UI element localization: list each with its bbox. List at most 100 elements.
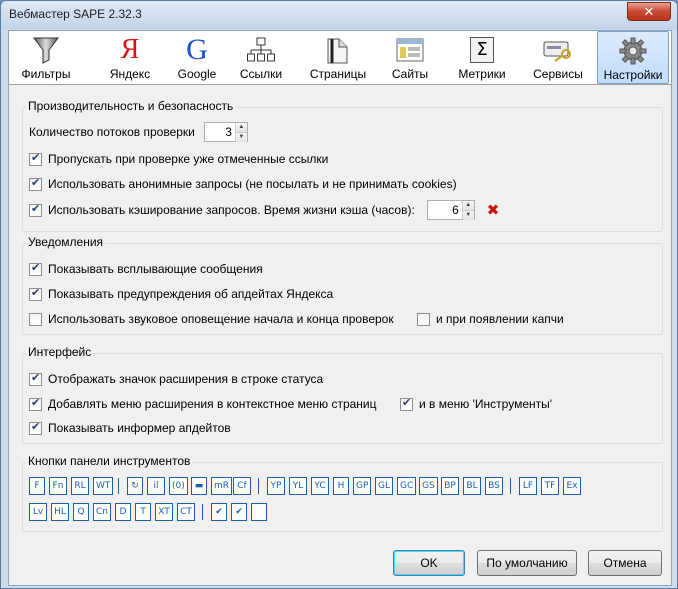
skip-checked-checkbox[interactable]: [29, 151, 42, 166]
tools-menu-row[interactable]: и в меню 'Инструменты': [400, 395, 552, 413]
panel-button-ct[interactable]: CT: [177, 503, 195, 521]
funnel-icon: [31, 35, 61, 65]
panel-separator: [118, 478, 119, 494]
cancel-button[interactable]: Отмена: [588, 550, 662, 576]
gear-icon: [618, 36, 648, 66]
group-performance: Производительность и безопасность Количе…: [22, 99, 663, 232]
panel-button-bp[interactable]: BP: [441, 477, 459, 495]
panel-button-tf[interactable]: TF: [541, 477, 559, 495]
panel-button-bl[interactable]: BL: [463, 477, 481, 495]
panel-button-fn[interactable]: Fn: [49, 477, 67, 495]
defaults-button[interactable]: По умолчанию: [477, 550, 577, 576]
group-notifications-title: Уведомления: [26, 235, 106, 249]
links-tree-icon: [246, 35, 276, 65]
tab-sites[interactable]: Сайты: [381, 31, 439, 84]
threads-row: Количество потоков проверки 3 ▲ ▼: [29, 122, 248, 142]
panel-button-b10[interactable]: ✔: [231, 503, 247, 521]
sound-checkbox[interactable]: [29, 312, 42, 326]
tab-google[interactable]: G Google: [167, 31, 227, 84]
panel-button-0[interactable]: (0): [169, 477, 188, 495]
services-key-icon: [543, 35, 573, 65]
group-panel-buttons: Кнопки панели инструментов F Fn RL WT ↻ il (0)…: [22, 454, 663, 532]
popup-checkbox[interactable]: [29, 261, 42, 276]
popup-row[interactable]: Показывать всплывающие сообщения: [29, 260, 263, 278]
panel-button-gs[interactable]: GS: [419, 477, 438, 495]
panel-button-t[interactable]: T: [135, 503, 151, 521]
statusbar-checkbox[interactable]: [29, 371, 42, 386]
panel-button-yl[interactable]: YL: [289, 477, 307, 495]
panel-button-cf[interactable]: Cf: [233, 477, 251, 495]
informer-row[interactable]: Показывать информер апдейтов: [29, 419, 231, 437]
spin-up-icon[interactable]: ▲: [462, 201, 474, 210]
close-button[interactable]: ✕: [627, 2, 671, 21]
captcha-checkbox[interactable]: [417, 312, 430, 326]
panel-button-empty[interactable]: [251, 503, 267, 521]
sound-row[interactable]: Использовать звуковое оповещение начала …: [29, 310, 394, 328]
cache-checkbox[interactable]: [29, 202, 42, 217]
panel-button-mr[interactable]: mR: [211, 477, 233, 495]
tools-menu-checkbox[interactable]: [400, 396, 413, 411]
cache-hours-spinner[interactable]: 6 ▲ ▼: [426, 200, 475, 220]
skip-checked-row[interactable]: Пропускать при проверке уже отмеченные с…: [29, 150, 328, 168]
panel-separator: [202, 504, 203, 520]
context-menu-row[interactable]: Добавлять меню расширения в контекстное …: [29, 395, 377, 413]
panel-button-rl[interactable]: RL: [71, 477, 89, 495]
panel-button-xt[interactable]: XT: [155, 503, 173, 521]
panel-button-yc[interactable]: YC: [311, 477, 329, 495]
main-toolbar: Фильтры Я Яндекс G Google Ссылки Страниц…: [9, 31, 671, 85]
panel-button-wt[interactable]: WT: [93, 477, 114, 495]
window-title: Вебмастер SAPE 2.32.3: [9, 7, 142, 21]
panel-button-gp[interactable]: GP: [353, 477, 372, 495]
panel-button-q[interactable]: Q: [73, 503, 89, 521]
ok-button[interactable]: OK: [393, 550, 465, 576]
tab-pages[interactable]: Страницы: [301, 31, 375, 84]
anonymous-row[interactable]: Использовать анонимные запросы (не посыл…: [29, 175, 457, 193]
threads-label: Количество потоков проверки: [29, 125, 195, 139]
yandex-updates-checkbox[interactable]: [29, 286, 42, 301]
settings-window: Вебмастер SAPE 2.32.3 ✕ Фильтры Я Яндекс…: [0, 0, 678, 589]
panel-button-lv[interactable]: Lv: [29, 503, 47, 521]
tab-filters[interactable]: Фильтры: [13, 31, 79, 84]
panel-button-gc[interactable]: GC: [397, 477, 417, 495]
panel-button-b9[interactable]: ✔: [211, 503, 227, 521]
statusbar-row[interactable]: Отображать значок расширения в строке ст…: [29, 370, 323, 388]
group-notifications: Уведомления Показывать всплывающие сообщ…: [22, 235, 663, 335]
panel-button-hl[interactable]: HL: [51, 503, 69, 521]
context-menu-checkbox[interactable]: [29, 396, 42, 411]
cache-row: Использовать кэширование запросов. Время…: [29, 199, 499, 221]
tab-yandex[interactable]: Я Яндекс: [99, 31, 161, 84]
tab-settings[interactable]: Настройки: [597, 31, 669, 84]
panel-button-yp[interactable]: YP: [267, 477, 285, 495]
panel-button-il[interactable]: il: [147, 477, 165, 495]
panel-separator: [258, 478, 259, 494]
panel-button-cn[interactable]: Cn: [93, 503, 111, 521]
tab-links[interactable]: Ссылки: [231, 31, 291, 84]
group-performance-title: Производительность и безопасность: [26, 99, 236, 113]
yandex-icon: Я: [120, 34, 140, 65]
clear-cache-icon[interactable]: ✖: [487, 201, 500, 219]
panel-button-f[interactable]: F: [29, 477, 45, 495]
anonymous-checkbox[interactable]: [29, 176, 42, 191]
group-panel-buttons-title: Кнопки панели инструментов: [26, 454, 193, 468]
tab-metrics[interactable]: Σ Метрики: [449, 31, 515, 84]
spin-up-icon[interactable]: ▲: [235, 123, 247, 132]
panel-button-ex[interactable]: Ex: [563, 477, 581, 495]
group-interface-title: Интерфейс: [26, 345, 94, 359]
metrics-sigma-icon: Σ: [467, 35, 497, 65]
panel-button-b8[interactable]: ▬: [191, 477, 207, 495]
yandex-updates-row[interactable]: Показывать предупреждения об апдейтах Ян…: [29, 285, 333, 303]
panel-button-b5[interactable]: ↻: [127, 477, 143, 495]
spin-down-icon[interactable]: ▼: [462, 210, 474, 220]
captcha-row[interactable]: и при появлении капчи: [417, 310, 564, 328]
panel-button-d[interactable]: D: [115, 503, 131, 521]
threads-spinner[interactable]: 3 ▲ ▼: [203, 122, 248, 142]
title-bar: Вебмастер SAPE 2.32.3 ✕: [1, 1, 677, 29]
panel-button-gl[interactable]: GL: [375, 477, 393, 495]
spin-down-icon[interactable]: ▼: [235, 132, 247, 142]
tab-services[interactable]: Сервисы: [523, 31, 593, 84]
panel-button-h[interactable]: H: [333, 477, 349, 495]
informer-checkbox[interactable]: [29, 420, 42, 435]
panel-button-lf[interactable]: LF: [519, 477, 537, 495]
google-icon: G: [186, 33, 208, 66]
panel-button-bs[interactable]: BS: [485, 477, 503, 495]
